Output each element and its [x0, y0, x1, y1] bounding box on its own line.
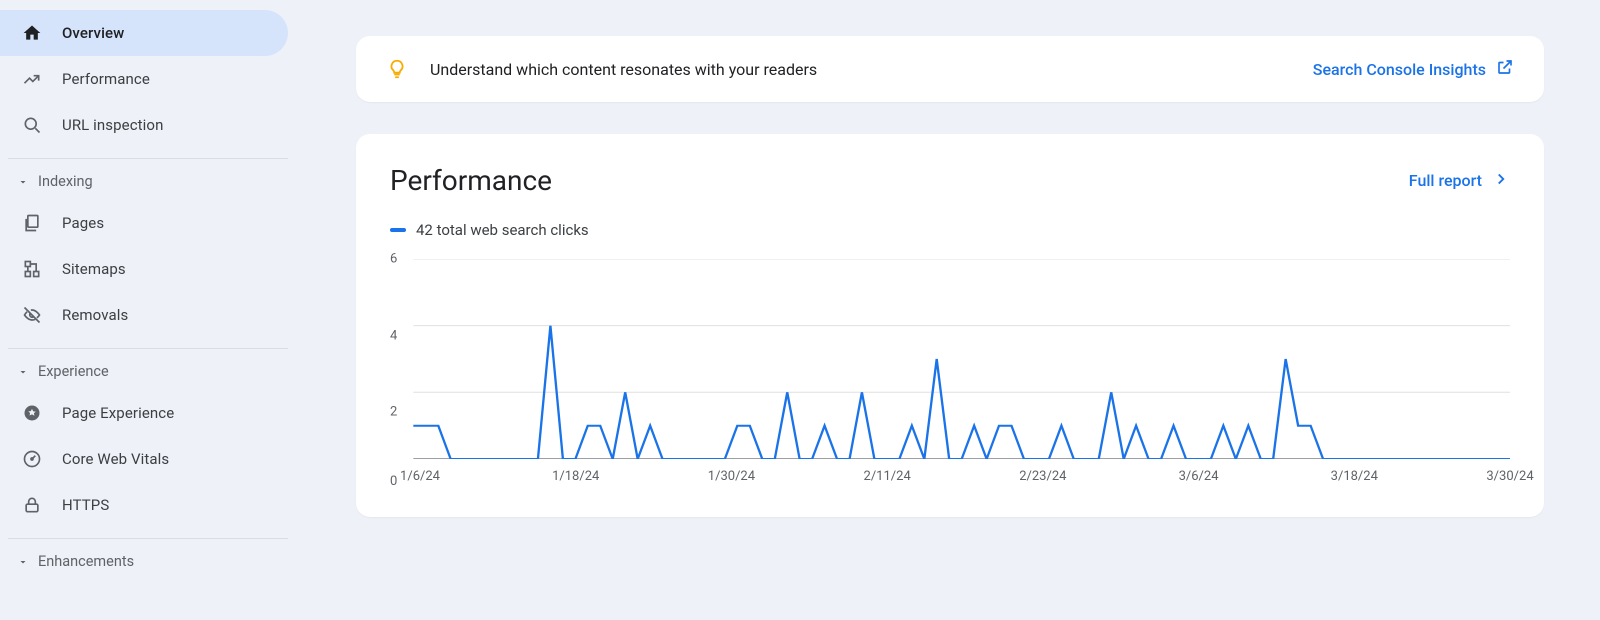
performance-chart: 6 4 2 0 1/6/241/18/241/30/242/11/242/23/…: [390, 259, 1510, 489]
sidebar-item-performance[interactable]: Performance: [0, 56, 288, 102]
insights-text: Understand which content resonates with …: [430, 60, 1313, 79]
x-tick: 3/18/24: [1331, 469, 1378, 484]
chevron-right-icon: [1492, 170, 1510, 192]
caret-down-icon: [16, 175, 30, 189]
sidebar-item-label: Core Web Vitals: [62, 450, 169, 468]
sidebar-item-label: URL inspection: [62, 116, 163, 134]
x-tick: 2/23/24: [1019, 469, 1066, 484]
sidebar-section-label: Enhancements: [38, 553, 134, 570]
sidebar-section-label: Indexing: [38, 173, 93, 190]
sidebar-item-overview[interactable]: Overview: [0, 10, 288, 56]
pages-icon: [22, 213, 42, 233]
sidebar-item-label: Sitemaps: [62, 260, 126, 278]
nav-divider: [8, 158, 288, 159]
main-content: Understand which content resonates with …: [300, 0, 1600, 620]
sidebar-item-pages[interactable]: Pages: [0, 200, 288, 246]
legend-swatch: [390, 228, 406, 232]
sidebar-item-url-inspection[interactable]: URL inspection: [0, 102, 288, 148]
insights-link[interactable]: Search Console Insights: [1313, 58, 1514, 80]
sidebar-section-enhancements[interactable]: Enhancements: [0, 543, 300, 580]
x-axis: 1/6/241/18/241/30/242/11/242/23/243/6/24…: [420, 469, 1510, 489]
gauge-icon: [22, 449, 42, 469]
caret-down-icon: [16, 555, 30, 569]
sidebar-item-label: HTTPS: [62, 496, 109, 514]
home-icon: [22, 23, 42, 43]
lightbulb-icon: [386, 58, 408, 80]
sidebar-item-core-web-vitals[interactable]: Core Web Vitals: [0, 436, 288, 482]
performance-card: Performance Full report 42 total web sea…: [356, 134, 1544, 517]
x-tick: 1/30/24: [708, 469, 755, 484]
sidebar: Overview Performance URL inspection Inde…: [0, 0, 300, 620]
sidebar-section-label: Experience: [38, 363, 109, 380]
nav-divider: [8, 348, 288, 349]
trend-icon: [22, 69, 42, 89]
sidebar-item-label: Pages: [62, 214, 104, 232]
sidebar-section-experience[interactable]: Experience: [0, 353, 300, 390]
legend-label: 42 total web search clicks: [416, 221, 589, 239]
caret-down-icon: [16, 365, 30, 379]
badge-icon: [22, 403, 42, 423]
insights-banner: Understand which content resonates with …: [356, 36, 1544, 102]
sidebar-item-label: Page Experience: [62, 404, 174, 422]
external-link-icon: [1496, 58, 1514, 80]
y-tick: 0: [390, 474, 397, 489]
lock-icon: [22, 495, 42, 515]
search-icon: [22, 115, 42, 135]
x-tick: 3/30/24: [1486, 469, 1533, 484]
sidebar-section-indexing[interactable]: Indexing: [0, 163, 300, 200]
nav-divider: [8, 538, 288, 539]
sidebar-item-sitemaps[interactable]: Sitemaps: [0, 246, 288, 292]
x-tick: 3/6/24: [1179, 469, 1219, 484]
y-tick: 2: [390, 405, 397, 420]
x-tick: 1/18/24: [552, 469, 599, 484]
chart-legend: 42 total web search clicks: [390, 221, 1510, 239]
y-tick: 4: [390, 328, 397, 343]
sidebar-item-https[interactable]: HTTPS: [0, 482, 288, 528]
full-report-link[interactable]: Full report: [1409, 170, 1510, 192]
sidebar-item-label: Removals: [62, 306, 128, 324]
sidebar-item-removals[interactable]: Removals: [0, 292, 288, 338]
eye-off-icon: [22, 305, 42, 325]
insights-link-label: Search Console Insights: [1313, 60, 1486, 79]
x-tick: 2/11/24: [864, 469, 911, 484]
sidebar-item-page-experience[interactable]: Page Experience: [0, 390, 288, 436]
y-tick: 6: [390, 252, 397, 267]
x-tick: 1/6/24: [400, 469, 440, 484]
sidebar-item-label: Overview: [62, 24, 124, 42]
sidebar-item-label: Performance: [62, 70, 150, 88]
full-report-label: Full report: [1409, 171, 1482, 190]
performance-title: Performance: [390, 164, 1409, 197]
chart-svg: [390, 259, 1510, 459]
sitemap-icon: [22, 259, 42, 279]
